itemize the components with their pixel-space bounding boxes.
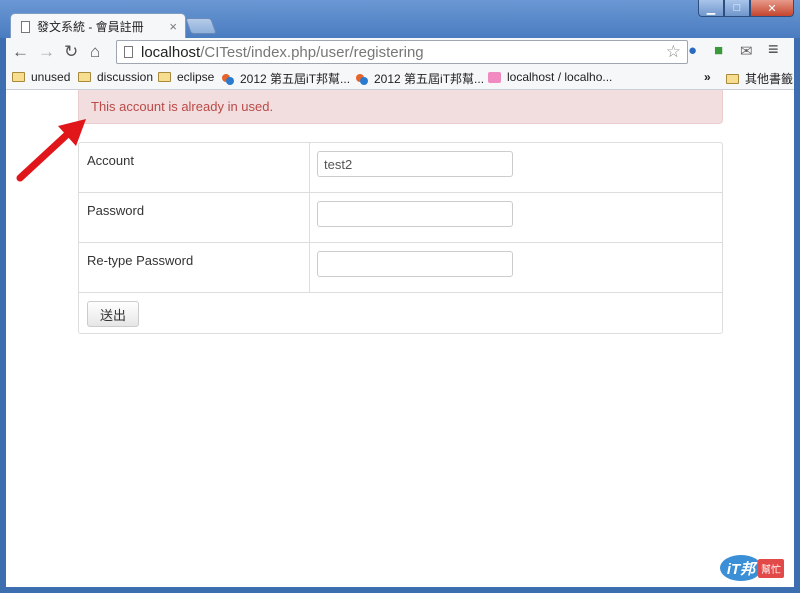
account-label: Account [87,153,134,168]
tab-title: 發文系統 - 會員註冊 [37,20,144,34]
retype-password-label: Re-type Password [87,253,194,268]
bookmark-item[interactable]: 2012 第五屆iT邦幫... [222,70,350,87]
extension-icon[interactable]: ■ [714,42,723,59]
form-row-retype-password: Re-type Password [79,243,722,293]
new-tab-button[interactable] [185,18,217,34]
bookmark-item[interactable]: unused [12,70,70,84]
alert-message: This account is already in used. [91,99,274,114]
error-alert: This account is already in used. [78,90,723,124]
ithome-icon [222,73,234,85]
page-icon [124,46,133,58]
column-divider [309,243,310,292]
maximize-button[interactable]: □ [724,0,750,17]
browser-tab[interactable]: 發文系統 - 會員註冊 × [10,13,186,39]
account-input[interactable] [317,151,513,177]
ithelp-watermark: iT邦 幫忙 [720,555,784,581]
folder-icon [726,73,739,84]
reload-icon[interactable]: ↻ [64,42,78,62]
password-input[interactable] [317,201,513,227]
bookmarks-overflow-button[interactable]: » [704,70,711,84]
bookmark-item[interactable]: localhost / localho... [488,70,612,84]
ithelp-tag: 幫忙 [758,558,784,578]
bookmark-item[interactable]: discussion [78,70,153,84]
submit-button[interactable]: 送出 [87,301,139,327]
ithome-icon [356,73,368,85]
forward-arrow-icon[interactable]: → [38,42,55,62]
column-divider [309,193,310,242]
bookmark-star-icon[interactable]: ☆ [666,42,681,62]
url-text[interactable]: localhost/CITest/index.php/user/register… [141,44,424,61]
folder-icon [158,72,171,82]
phpmyadmin-icon [488,71,501,83]
tab-close-icon[interactable]: × [169,19,177,34]
browser-window: ▁ □ ✕ 發文系統 - 會員註冊 × ← → ↻ ⌂ localhost/CI… [0,0,800,593]
form-row-password: Password [79,193,722,243]
mail-extension-icon[interactable]: ✉ [740,42,753,60]
page-content: This account is already in used. Account… [6,90,794,587]
browser-toolbar: ← → ↻ ⌂ localhost/CITest/index.php/user/… [6,38,794,66]
bookmark-item[interactable]: 2012 第五屆iT邦幫... [356,70,484,87]
address-bar[interactable]: localhost/CITest/index.php/user/register… [116,40,688,64]
folder-icon [78,72,91,82]
bookmarks-bar: unused discussion eclipse 2012 第五屆iT邦幫..… [6,66,794,90]
ithelp-logo: iT邦 [720,555,762,581]
window-controls: ▁ □ ✕ [698,0,794,17]
back-arrow-icon[interactable]: ← [12,42,29,62]
home-icon[interactable]: ⌂ [90,42,100,62]
globe-extension-icon[interactable]: ● [688,42,697,59]
form-row-account: Account [79,143,722,193]
close-window-button[interactable]: ✕ [750,0,794,17]
retype-password-input[interactable] [317,251,513,277]
column-divider [309,143,310,192]
title-bar: ▁ □ ✕ 發文系統 - 會員註冊 × [0,0,800,39]
password-label: Password [87,203,145,218]
other-bookmarks[interactable]: 其他書籤 [726,70,793,87]
registration-form: Account Password Re-type Password 送出 [78,142,723,334]
document-icon [21,20,30,33]
folder-icon [12,72,25,82]
url-path: /CITest/index.php/user/registering [200,44,424,61]
bookmark-item[interactable]: eclipse [158,70,214,84]
menu-icon[interactable]: ≡ [768,39,779,60]
url-host: localhost [141,44,201,61]
minimize-button[interactable]: ▁ [698,0,724,17]
